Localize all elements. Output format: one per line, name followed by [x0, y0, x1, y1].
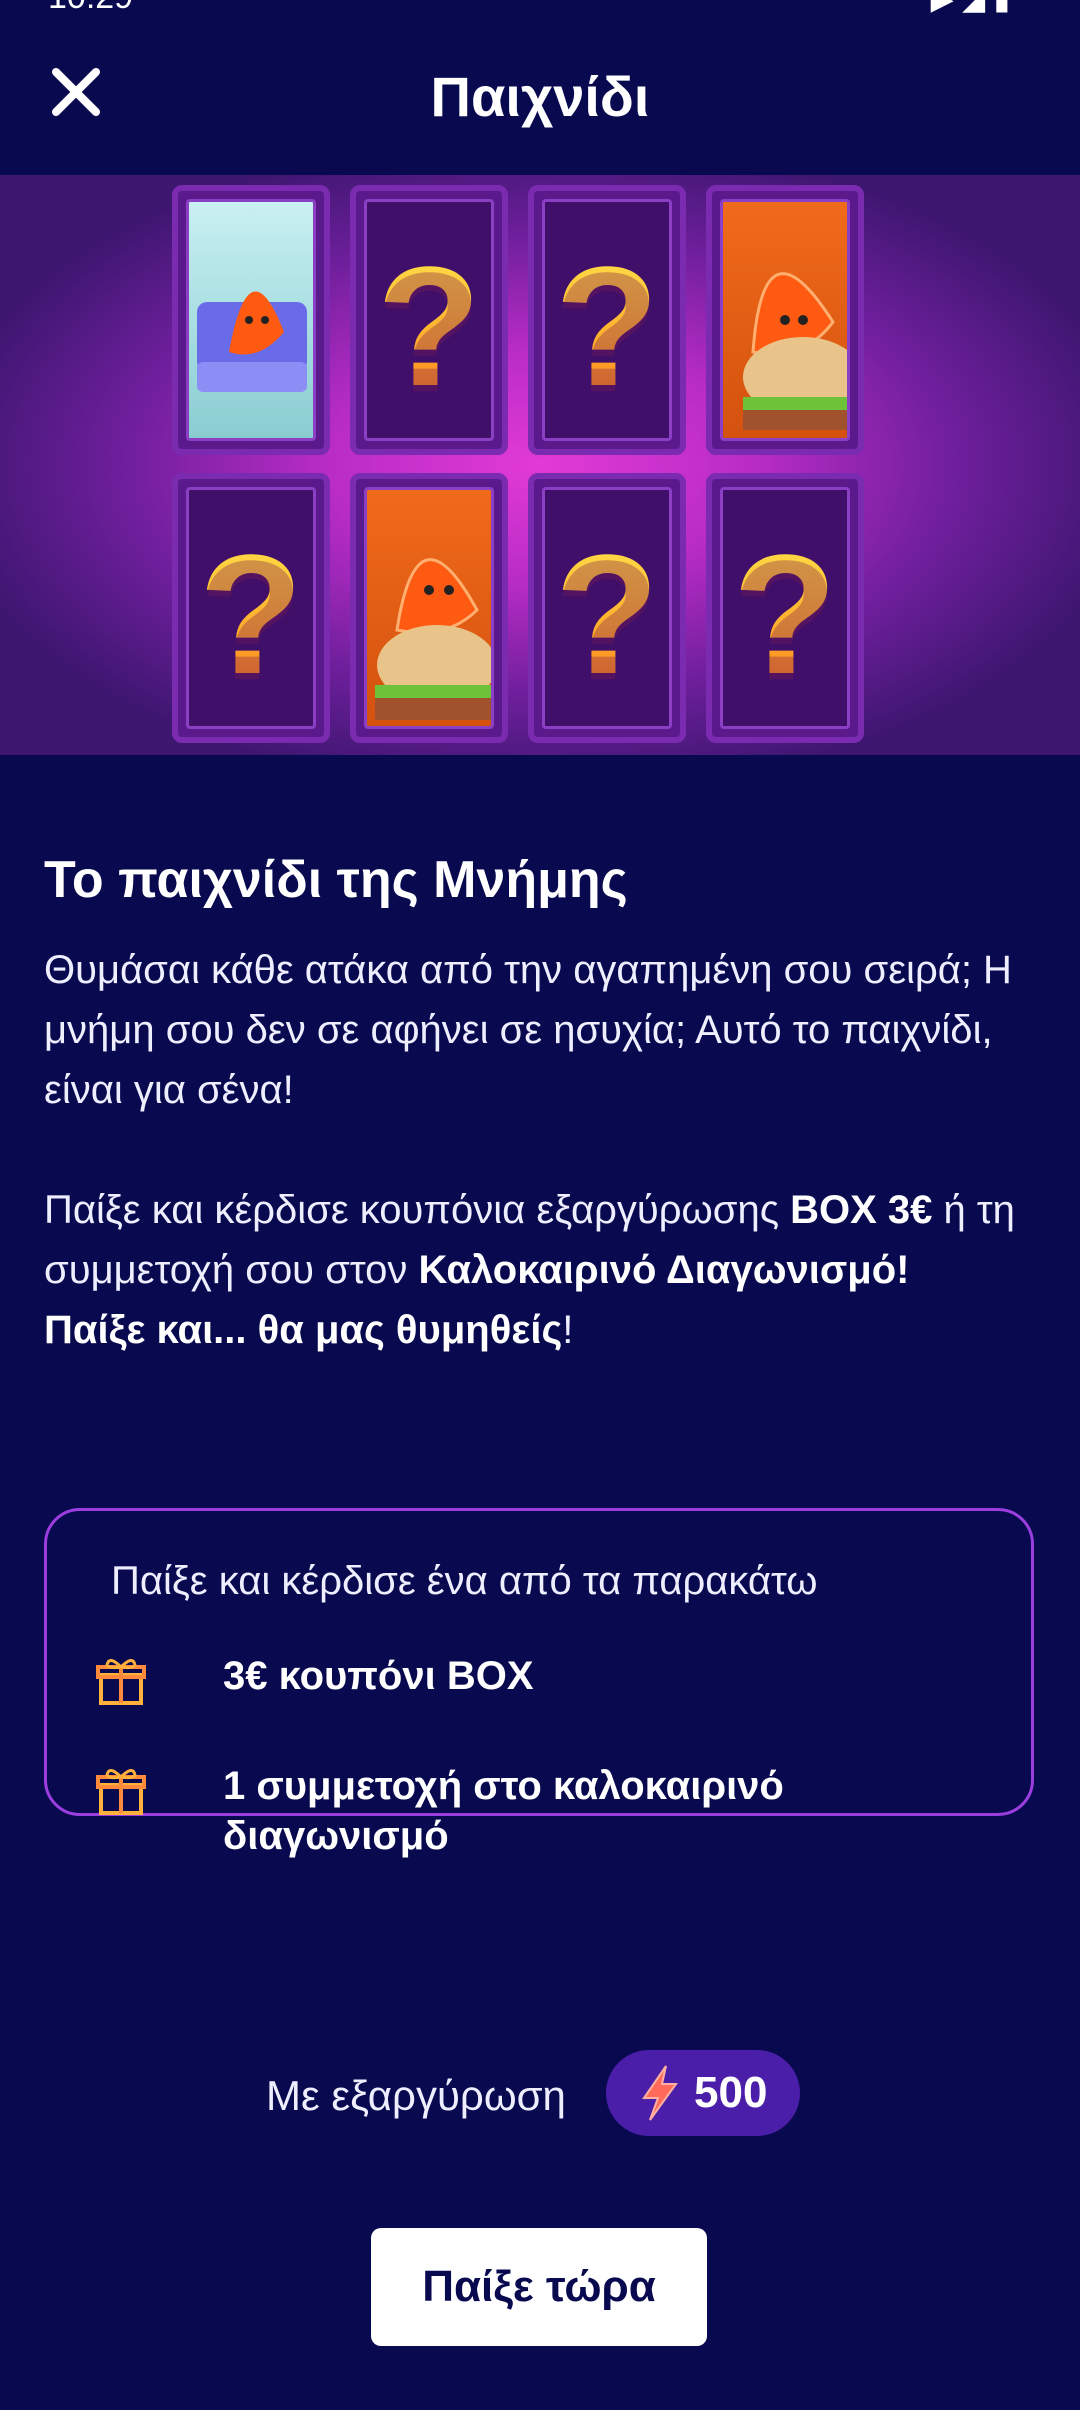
- prizes-intro: Παίξε και κέρδισε ένα από τα παρακάτω: [111, 1559, 818, 1603]
- prizes-box: Παίξε και κέρδισε ένα από τα παρακάτω 3€…: [44, 1508, 1034, 1858]
- memory-card-4[interactable]: [706, 185, 864, 455]
- memory-card-2[interactable]: ?: [350, 185, 508, 455]
- status-bar: 10:29 ▶ ◢ ▮: [0, 0, 1080, 20]
- points-value: 500: [694, 2068, 768, 2117]
- question-mark: ?: [545, 530, 669, 700]
- redeem-row: Με εξαργύρωση 500: [0, 2050, 1080, 2140]
- game-promo-text: Παίξε και κέρδισε κουπόνια εξαργύρωσης B…: [44, 1188, 1015, 1352]
- game-description: Θυμάσαι κάθε ατάκα από την αγαπημένη σου…: [44, 948, 1012, 1112]
- status-time: 10:29: [48, 0, 133, 17]
- question-mark: ?: [189, 530, 313, 700]
- question-mark: ?: [723, 530, 847, 700]
- redeem-label: Με εξαργύρωση: [266, 2072, 566, 2119]
- memory-card-1[interactable]: [172, 185, 330, 455]
- page-title: Παιχνίδι: [430, 65, 650, 128]
- gift-icon: [96, 1769, 146, 1815]
- gift-icon: [96, 1659, 146, 1705]
- bolt-icon: [642, 2065, 678, 2121]
- question-mark: ?: [545, 242, 669, 412]
- memory-card-6[interactable]: [350, 473, 508, 743]
- memory-card-8[interactable]: ?: [706, 473, 864, 743]
- game-title: Το παιχνίδι της Μνήμης: [44, 851, 628, 909]
- prize-label: 1 συμμετοχή στο καλοκαιρινό διαγωνισμό: [223, 1764, 784, 1858]
- memory-card-7[interactable]: ?: [528, 473, 686, 743]
- memory-card-3[interactable]: ?: [528, 185, 686, 455]
- points-badge: 500: [606, 2050, 800, 2136]
- memory-game-banner: ? ? ? ? ?: [0, 175, 1080, 755]
- prize-label: 3€ κουπόνι BOX: [223, 1654, 534, 1698]
- burger-character-image: [720, 199, 850, 441]
- suitcase-character-image: [186, 199, 316, 441]
- play-now-button[interactable]: Παίξε τώρα: [371, 2228, 707, 2346]
- question-mark: ?: [367, 242, 491, 412]
- memory-card-5[interactable]: ?: [172, 473, 330, 743]
- top-bar: Παιχνίδι: [0, 20, 1080, 175]
- status-icons: ▶ ◢ ▮: [931, 0, 1010, 17]
- burger-character-image: [364, 487, 494, 729]
